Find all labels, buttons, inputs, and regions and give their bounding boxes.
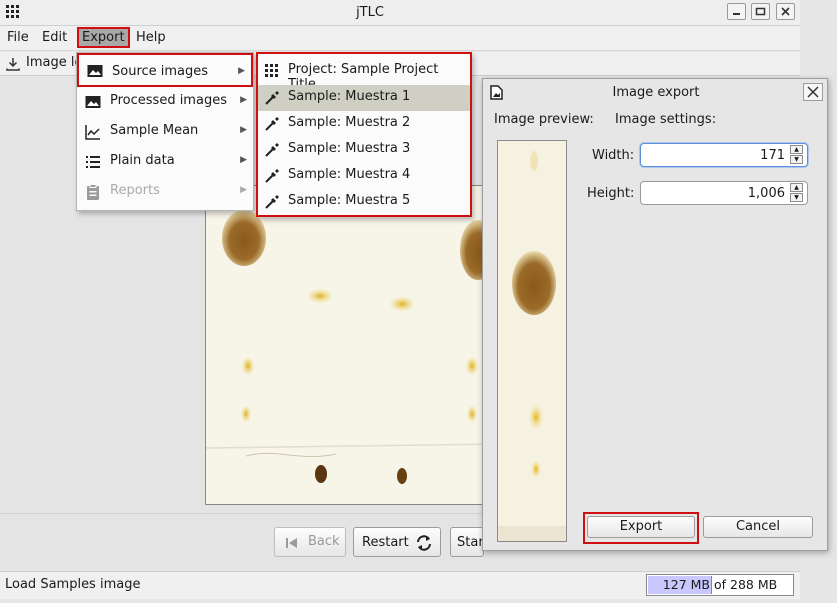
submenu-item-muestra-3[interactable]: Sample: Muestra 3 (258, 137, 470, 163)
width-label: Width: (592, 148, 635, 163)
minimize-button[interactable] (727, 3, 746, 20)
menu-file[interactable]: File (2, 28, 34, 49)
clipboard-icon (87, 184, 99, 200)
source-images-submenu: Project: Sample Project Title Sample: Mu… (256, 52, 472, 217)
menu-help[interactable]: Help (131, 28, 171, 49)
list-icon (86, 156, 100, 168)
download-icon (6, 58, 20, 71)
submenu-arrow-icon: ▶ (240, 185, 247, 195)
export-menu: Source images ▶ Processed images ▶ Sampl… (76, 52, 254, 211)
window-title: jTLC (356, 5, 384, 20)
submenu-arrow-icon: ▶ (238, 66, 245, 76)
back-label: Back (308, 534, 340, 549)
menu-item-processed-images[interactable]: Processed images ▶ (77, 87, 253, 117)
menu-bar: File Edit Export Help (0, 26, 800, 51)
spin-up-icon[interactable]: ▲ (790, 145, 803, 154)
toolbar-tab-label[interactable]: Image lo (26, 55, 82, 70)
submenu-arrow-icon: ▶ (240, 155, 247, 165)
close-icon (807, 86, 819, 98)
width-spinner[interactable]: ▲ ▼ (790, 145, 804, 165)
pipette-icon (265, 91, 279, 105)
image-preview (497, 140, 567, 542)
close-button[interactable] (776, 3, 795, 20)
menu-export[interactable]: Export (77, 27, 130, 48)
dialog-title: Image export (612, 85, 700, 100)
memory-total: of 288 MB (713, 577, 778, 592)
title-bar: jTLC (0, 0, 800, 26)
submenu-item-label: Sample: Muestra 2 (288, 115, 411, 130)
back-button[interactable]: Back (274, 527, 346, 557)
submenu-item-label: Sample: Muestra 4 (288, 167, 411, 182)
submenu-item-label: Sample: Muestra 1 (288, 89, 411, 104)
project-grid-icon (265, 64, 278, 77)
image-icon (85, 96, 101, 108)
menu-edit[interactable]: Edit (37, 28, 72, 49)
menu-item-source-images[interactable]: Source images ▶ (77, 53, 253, 87)
menu-item-label: Plain data (110, 153, 175, 168)
pipette-icon (265, 117, 279, 131)
spin-up-icon[interactable]: ▲ (790, 183, 803, 192)
submenu-item-label: Sample: Muestra 3 (288, 141, 411, 156)
restart-button[interactable]: Restart (353, 527, 441, 557)
pipette-icon (265, 195, 279, 209)
height-label: Height: (587, 186, 635, 201)
menu-item-label: Reports (110, 183, 160, 198)
dialog-title-bar: Image export (483, 79, 827, 106)
menu-item-reports[interactable]: Reports ▶ (77, 177, 253, 207)
menu-item-plain-data[interactable]: Plain data ▶ (77, 147, 253, 177)
dialog-close-button[interactable] (803, 83, 823, 101)
height-value: 1,006 (747, 186, 785, 201)
export-button[interactable]: Export (587, 516, 695, 538)
start-button[interactable]: Star (450, 527, 484, 557)
height-field[interactable]: 1,006 ▲ ▼ (640, 181, 808, 205)
height-spinner[interactable]: ▲ ▼ (790, 183, 804, 203)
skip-back-icon (286, 538, 297, 548)
submenu-item-muestra-4[interactable]: Sample: Muestra 4 (258, 163, 470, 189)
pipette-icon (265, 143, 279, 157)
submenu-item-muestra-2[interactable]: Sample: Muestra 2 (258, 111, 470, 137)
menu-item-label: Sample Mean (110, 123, 199, 138)
maximize-button[interactable] (751, 3, 770, 20)
menu-item-label: Processed images (110, 93, 227, 108)
width-value: 171 (760, 148, 785, 163)
memory-used: 127 MB (662, 577, 710, 592)
submenu-item-muestra-5[interactable]: Sample: Muestra 5 (258, 189, 470, 215)
image-export-dialog: Image export Image preview: Image settin… (482, 78, 828, 551)
submenu-arrow-icon: ▶ (240, 95, 247, 105)
start-label: Star (457, 535, 484, 550)
pipette-icon (265, 169, 279, 183)
spin-down-icon[interactable]: ▼ (790, 155, 803, 164)
image-settings-label: Image settings: (615, 112, 717, 127)
cancel-button[interactable]: Cancel (703, 516, 813, 538)
image-icon (87, 65, 103, 77)
submenu-item-project[interactable]: Project: Sample Project Title (258, 57, 470, 92)
spin-down-icon[interactable]: ▼ (790, 193, 803, 202)
submenu-item-muestra-1[interactable]: Sample: Muestra 1 (258, 85, 470, 111)
line-chart-icon (85, 125, 100, 140)
restart-label: Restart (362, 535, 409, 550)
menu-item-label: Source images (112, 64, 209, 79)
image-preview-label: Image preview: (494, 112, 594, 127)
memory-indicator[interactable]: 127 MB of 288 MB (646, 574, 794, 596)
width-field[interactable]: 171 ▲ ▼ (640, 143, 808, 167)
menu-item-sample-mean[interactable]: Sample Mean ▶ (77, 117, 253, 147)
status-message: Load Samples image (5, 577, 141, 592)
submenu-item-label: Sample: Muestra 5 (288, 193, 411, 208)
tlc-plate-image (205, 185, 505, 505)
refresh-icon (417, 535, 431, 551)
submenu-arrow-icon: ▶ (240, 125, 247, 135)
